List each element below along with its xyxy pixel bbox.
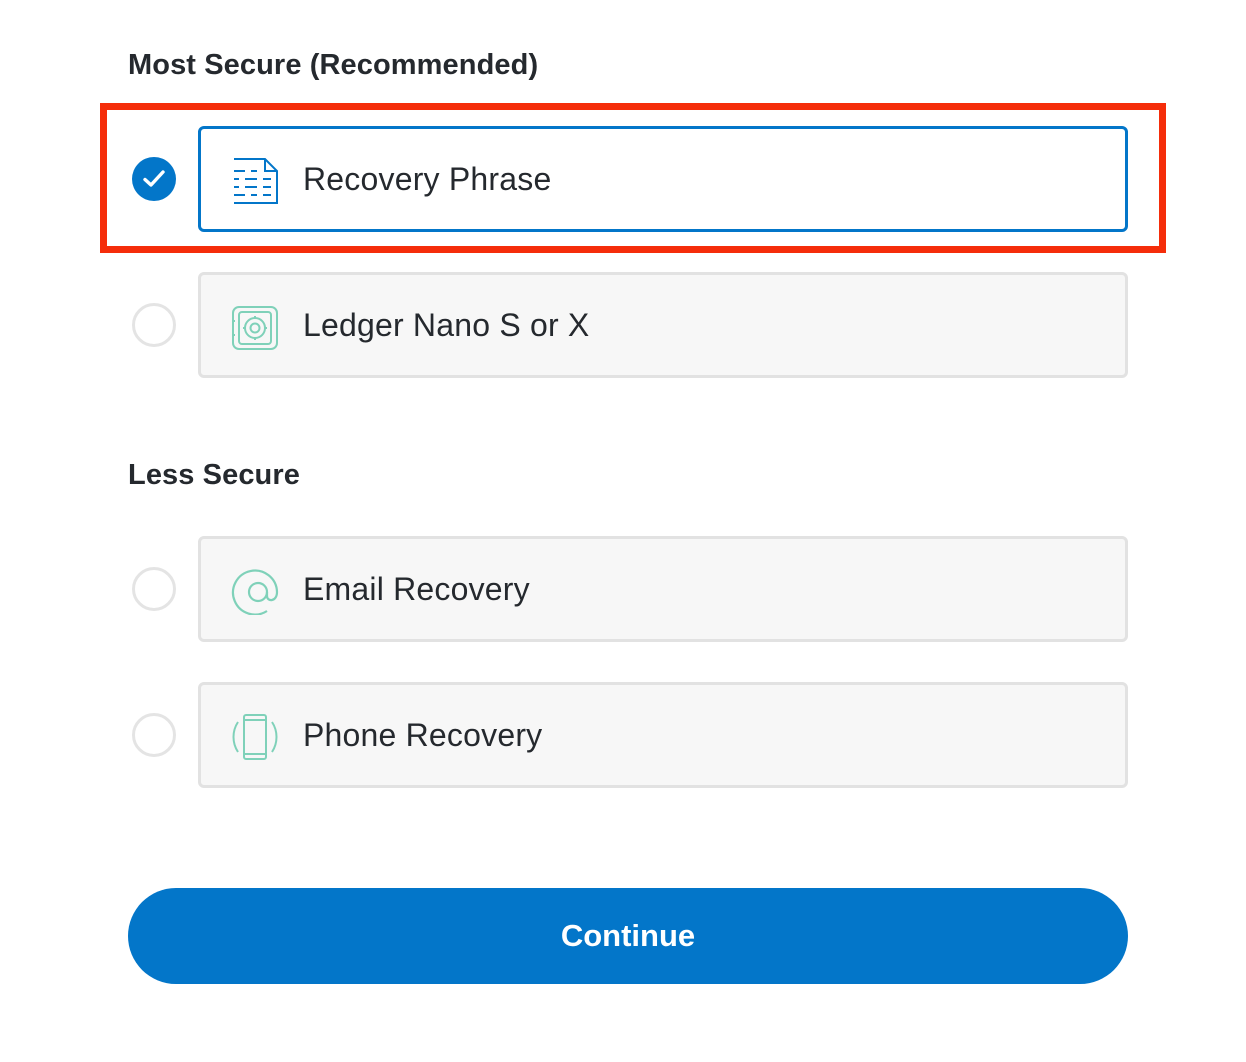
- radio-unselected[interactable]: [132, 567, 176, 611]
- ledger-device-icon: [232, 306, 278, 350]
- option-email-recovery[interactable]: Email Recovery: [132, 536, 1128, 642]
- continue-button[interactable]: Continue: [128, 888, 1128, 984]
- option-label: Recovery Phrase: [303, 161, 552, 197]
- radio-selected[interactable]: [132, 157, 176, 201]
- option-card[interactable]: Phone Recovery: [198, 682, 1128, 788]
- option-label: Ledger Nano S or X: [303, 307, 590, 343]
- section-heading-less-secure: Less Secure: [128, 459, 300, 491]
- option-label: Email Recovery: [303, 571, 530, 607]
- phone-icon: [232, 714, 278, 760]
- option-phone-recovery[interactable]: Phone Recovery: [132, 682, 1128, 788]
- option-label: Phone Recovery: [303, 717, 543, 753]
- at-sign-icon: [231, 569, 279, 615]
- option-card[interactable]: Recovery Phrase: [198, 126, 1128, 232]
- radio-unselected[interactable]: [132, 713, 176, 757]
- option-card[interactable]: Ledger Nano S or X: [198, 272, 1128, 378]
- section-heading-most-secure: Most Secure (Recommended): [128, 49, 539, 81]
- checkmark-icon: [143, 170, 165, 187]
- option-card[interactable]: Email Recovery: [198, 536, 1128, 642]
- option-recovery-phrase[interactable]: Recovery Phrase: [132, 126, 1128, 232]
- document-lines-icon: [234, 158, 278, 204]
- option-ledger-nano[interactable]: Ledger Nano S or X: [132, 272, 1128, 378]
- radio-unselected[interactable]: [132, 303, 176, 347]
